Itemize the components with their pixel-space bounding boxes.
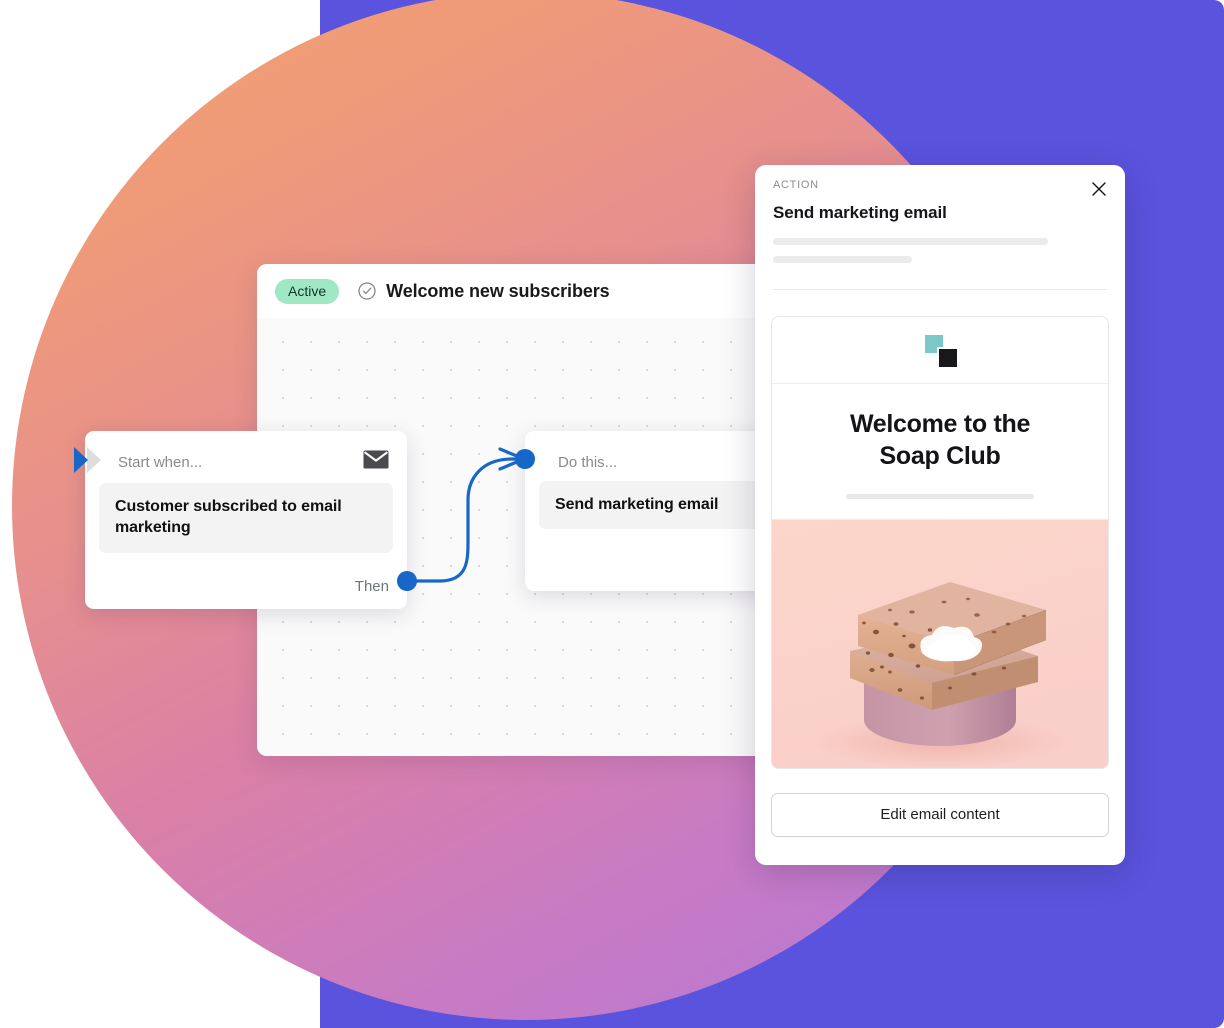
email-headline-line-2: Soap Club <box>879 442 1001 470</box>
page-title: Welcome new subscribers <box>386 280 610 301</box>
logo-square-dark <box>937 347 957 367</box>
brand-squares-logo-icon <box>925 335 957 367</box>
trigger-play-marker-icon <box>73 445 105 480</box>
email-hero-image <box>772 520 1108 768</box>
email-headline: Welcome to the Soap Club <box>802 408 1078 472</box>
screenshot-stage: Active Welcome new subscribers Start whe… <box>0 0 1224 1028</box>
panel-skeleton-line-1 <box>773 238 1048 245</box>
panel-footer: Edit email content <box>755 793 1125 837</box>
status-badge: Active <box>275 278 340 304</box>
workflow-header: Active Welcome new subscribers <box>257 264 817 318</box>
edit-email-content-button[interactable]: Edit email content <box>771 793 1109 837</box>
email-headline-line-1: Welcome to the <box>849 410 1031 438</box>
envelope-icon <box>363 450 389 474</box>
panel-header: ACTION Send marketing email <box>755 165 1125 290</box>
panel-kicker-label: ACTION <box>773 179 819 191</box>
close-icon[interactable] <box>1087 177 1111 201</box>
email-logo-band <box>772 317 1108 384</box>
trigger-value[interactable]: Customer subscribed to email marketing <box>99 483 393 553</box>
action-detail-panel: ACTION Send marketing email Welcome to t… <box>755 165 1125 865</box>
panel-skeleton-line-2 <box>773 256 912 263</box>
action-placeholder-label: Do this... <box>558 453 618 471</box>
panel-divider <box>773 289 1107 290</box>
connector-start-dot[interactable] <box>397 571 417 591</box>
connector-end-dot[interactable] <box>515 449 535 469</box>
trigger-node-header: Start when... <box>85 431 407 477</box>
email-preview-card[interactable]: Welcome to the Soap Club <box>771 316 1109 769</box>
trigger-placeholder-label: Start when... <box>118 453 203 471</box>
trigger-then-label: Then <box>354 578 389 595</box>
panel-title: Send marketing email <box>773 203 947 222</box>
check-circle-icon <box>358 282 376 300</box>
email-subtext-skeleton <box>846 494 1034 499</box>
trigger-node-card[interactable]: Start when... Customer subscribed to ema… <box>85 431 407 609</box>
email-hero: Welcome to the Soap Club <box>772 384 1108 520</box>
